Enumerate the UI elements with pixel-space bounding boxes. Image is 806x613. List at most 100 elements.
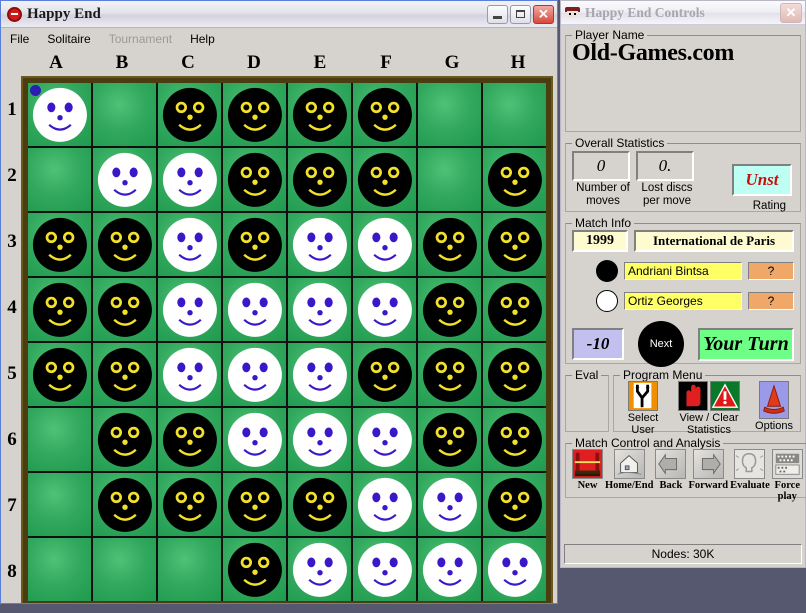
board-cell-C6[interactable] bbox=[158, 408, 221, 471]
board-cell-H6[interactable] bbox=[483, 408, 546, 471]
board-cell-D7[interactable] bbox=[223, 473, 286, 536]
match-action-row: -10 Next Your Turn bbox=[572, 321, 794, 367]
board-cell-B5[interactable] bbox=[93, 343, 156, 406]
board-cell-D3[interactable] bbox=[223, 213, 286, 276]
home-end-label: Home/End bbox=[605, 480, 654, 491]
minimize-button[interactable] bbox=[487, 4, 508, 24]
board-cell-B8[interactable] bbox=[93, 538, 156, 601]
evaluate-button[interactable]: Evaluate bbox=[730, 449, 770, 502]
board-cell-A5[interactable] bbox=[28, 343, 91, 406]
board-cell-H2[interactable] bbox=[483, 148, 546, 211]
new-game-button[interactable]: New bbox=[572, 449, 603, 502]
board-cell-B3[interactable] bbox=[93, 213, 156, 276]
board-cell-A8[interactable] bbox=[28, 538, 91, 601]
board-cell-B7[interactable] bbox=[93, 473, 156, 536]
board-cell-F6[interactable] bbox=[353, 408, 416, 471]
board-cell-D4[interactable] bbox=[223, 278, 286, 341]
stop-hand-icon bbox=[678, 381, 708, 411]
board-cell-E4[interactable] bbox=[288, 278, 351, 341]
board-cell-H8[interactable] bbox=[483, 538, 546, 601]
black-disc-C1 bbox=[162, 87, 217, 142]
board-cell-G7[interactable] bbox=[418, 473, 481, 536]
board-cell-F3[interactable] bbox=[353, 213, 416, 276]
rating-box: Unst bbox=[732, 164, 792, 196]
board-cell-C3[interactable] bbox=[158, 213, 221, 276]
board-cell-A4[interactable] bbox=[28, 278, 91, 341]
board-cell-D1[interactable] bbox=[223, 83, 286, 146]
board-cell-H3[interactable] bbox=[483, 213, 546, 276]
board-cell-F1[interactable] bbox=[353, 83, 416, 146]
back-label: Back bbox=[659, 480, 683, 491]
board-cell-D5[interactable] bbox=[223, 343, 286, 406]
back-button[interactable]: Back bbox=[655, 449, 687, 502]
board-cell-C8[interactable] bbox=[158, 538, 221, 601]
board-cell-G6[interactable] bbox=[418, 408, 481, 471]
board-cell-B6[interactable] bbox=[93, 408, 156, 471]
lost-discs-box: 0. bbox=[636, 151, 694, 181]
last-move-marker bbox=[30, 85, 41, 96]
board-cell-G4[interactable] bbox=[418, 278, 481, 341]
board-cell-F5[interactable] bbox=[353, 343, 416, 406]
board-cell-G2[interactable] bbox=[418, 148, 481, 211]
board-cell-A1[interactable] bbox=[28, 83, 91, 146]
caption-line-2: moves bbox=[586, 195, 620, 207]
board-cell-C2[interactable] bbox=[158, 148, 221, 211]
view-clear-statistics-button[interactable]: View / Clear Statistics bbox=[670, 381, 748, 436]
black-disc-E7 bbox=[292, 477, 347, 532]
forward-button[interactable]: Forward bbox=[688, 449, 728, 502]
close-button[interactable]: ✕ bbox=[533, 4, 554, 24]
options-button[interactable]: Options bbox=[754, 381, 794, 432]
menu-item-file[interactable]: File bbox=[10, 32, 29, 46]
maximize-button[interactable] bbox=[510, 4, 531, 24]
board-cell-B1[interactable] bbox=[93, 83, 156, 146]
board-cell-C5[interactable] bbox=[158, 343, 221, 406]
board-cell-B2[interactable] bbox=[93, 148, 156, 211]
next-button[interactable]: Next bbox=[638, 321, 684, 367]
black-player-name-field[interactable]: Andriani Bintsa bbox=[624, 262, 742, 280]
white-disc-F4 bbox=[357, 282, 412, 337]
column-label-B: B bbox=[115, 52, 129, 73]
board-cell-F2[interactable] bbox=[353, 148, 416, 211]
white-player-name-field[interactable]: Ortiz Georges bbox=[624, 292, 742, 310]
board-cell-E6[interactable] bbox=[288, 408, 351, 471]
force-play-button[interactable]: Force play bbox=[771, 449, 803, 502]
board-cell-A7[interactable] bbox=[28, 473, 91, 536]
board-cell-E3[interactable] bbox=[288, 213, 351, 276]
board-cell-B4[interactable] bbox=[93, 278, 156, 341]
board-cell-G5[interactable] bbox=[418, 343, 481, 406]
white-disc-F6 bbox=[357, 412, 412, 467]
board-cell-E8[interactable] bbox=[288, 538, 351, 601]
board-cell-A6[interactable] bbox=[28, 408, 91, 471]
board-cell-C4[interactable] bbox=[158, 278, 221, 341]
white-disc-G8 bbox=[422, 542, 477, 597]
board-cell-A2[interactable] bbox=[28, 148, 91, 211]
board-grid[interactable] bbox=[28, 83, 546, 601]
menu-item-solitaire[interactable]: Solitaire bbox=[47, 32, 90, 46]
board-cell-D8[interactable] bbox=[223, 538, 286, 601]
board-cell-C1[interactable] bbox=[158, 83, 221, 146]
board-cell-A3[interactable] bbox=[28, 213, 91, 276]
board-cell-F4[interactable] bbox=[353, 278, 416, 341]
controls-close-button[interactable]: ✕ bbox=[780, 2, 802, 23]
board-cell-E7[interactable] bbox=[288, 473, 351, 536]
board-cell-H7[interactable] bbox=[483, 473, 546, 536]
board-cell-F8[interactable] bbox=[353, 538, 416, 601]
board-cell-G1[interactable] bbox=[418, 83, 481, 146]
board-cell-H4[interactable] bbox=[483, 278, 546, 341]
board-cell-H1[interactable] bbox=[483, 83, 546, 146]
board-cell-C7[interactable] bbox=[158, 473, 221, 536]
board-cell-G8[interactable] bbox=[418, 538, 481, 601]
board-cell-F7[interactable] bbox=[353, 473, 416, 536]
controls-window: Happy End Controls ✕ Player Name Old-Gam… bbox=[560, 0, 806, 568]
board-cell-E5[interactable] bbox=[288, 343, 351, 406]
caption-line-1: Lost discs bbox=[641, 182, 693, 194]
board-cell-E1[interactable] bbox=[288, 83, 351, 146]
board-cell-H5[interactable] bbox=[483, 343, 546, 406]
home-end-button[interactable]: Home/End bbox=[605, 449, 653, 502]
board-cell-E2[interactable] bbox=[288, 148, 351, 211]
menu-item-help[interactable]: Help bbox=[190, 32, 215, 46]
select-user-button[interactable]: Select User bbox=[620, 381, 666, 436]
board-cell-D2[interactable] bbox=[223, 148, 286, 211]
board-cell-G3[interactable] bbox=[418, 213, 481, 276]
board-cell-D6[interactable] bbox=[223, 408, 286, 471]
